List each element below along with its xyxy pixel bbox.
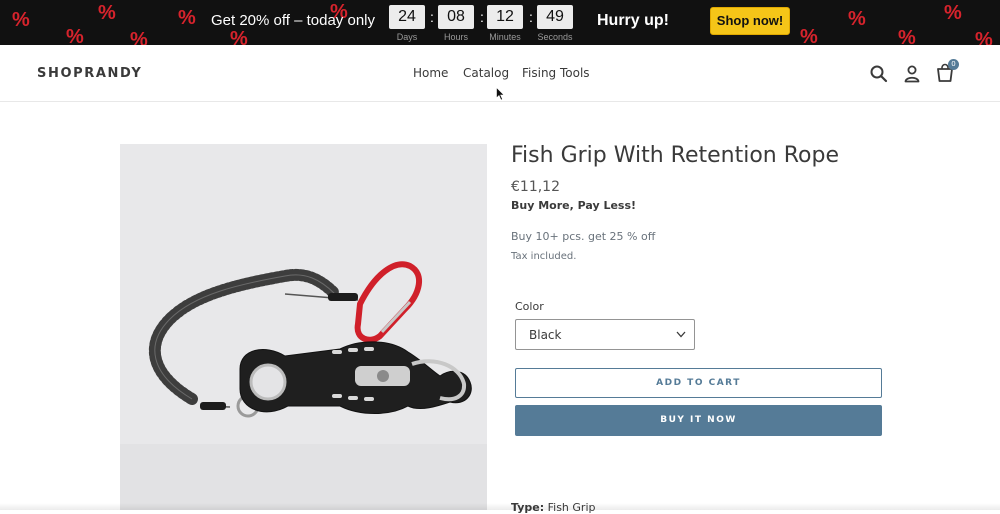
buy-it-now-button[interactable]: BUY IT NOW bbox=[515, 405, 882, 436]
mouse-cursor-icon bbox=[496, 87, 505, 101]
search-icon[interactable] bbox=[868, 63, 890, 85]
countdown-separator: : bbox=[480, 9, 484, 25]
countdown-days-label: Days bbox=[396, 32, 418, 42]
percent-symbol: % bbox=[230, 28, 248, 45]
countdown-minutes-label: Minutes bbox=[489, 32, 521, 42]
tax-note: Tax included. bbox=[511, 251, 577, 262]
product-title: Fish Grip With Retention Rope bbox=[511, 143, 840, 168]
countdown-seconds: 49 bbox=[537, 5, 573, 29]
color-label: Color bbox=[515, 300, 544, 313]
percent-symbol: % bbox=[800, 26, 818, 45]
add-to-cart-button[interactable]: ADD TO CART bbox=[515, 368, 882, 398]
color-select[interactable]: Black bbox=[515, 319, 695, 350]
promo-text: Get 20% off – today only bbox=[211, 12, 375, 29]
percent-symbol: % bbox=[848, 8, 866, 30]
percent-symbol: % bbox=[98, 2, 116, 24]
countdown-separator: : bbox=[529, 9, 533, 25]
percent-symbol: % bbox=[66, 26, 84, 45]
countdown-seconds-label: Seconds bbox=[537, 32, 573, 42]
hurry-text: Hurry up! bbox=[597, 12, 669, 29]
percent-symbol: % bbox=[975, 29, 993, 45]
percent-symbol: % bbox=[12, 9, 30, 31]
nav-catalog[interactable]: Catalog bbox=[463, 66, 509, 80]
countdown-minutes: 12 bbox=[487, 5, 523, 29]
percent-symbol: % bbox=[178, 7, 196, 29]
countdown-hours-label: Hours bbox=[443, 32, 468, 42]
percent-symbol: % bbox=[944, 2, 962, 24]
promo-bar: % % % % % % % % % % % % Get 20% off – to… bbox=[0, 0, 1000, 45]
chevron-down-icon bbox=[676, 331, 686, 338]
account-icon[interactable] bbox=[901, 63, 923, 85]
percent-symbol: % bbox=[898, 27, 916, 45]
store-logo[interactable]: SHOPRANDY bbox=[37, 66, 142, 81]
product-image[interactable] bbox=[120, 144, 487, 510]
bulk-offer: Buy 10+ pcs. get 25 % off bbox=[511, 230, 656, 243]
product-price: €11,12 bbox=[511, 179, 560, 195]
percent-symbol: % bbox=[130, 29, 148, 45]
countdown-hours: 08 bbox=[438, 5, 474, 29]
countdown-days: 24 bbox=[389, 5, 425, 29]
product-promo: Buy More, Pay Less! bbox=[511, 199, 637, 212]
nav-fishing-tools[interactable]: Fising Tools bbox=[522, 66, 590, 80]
cart-count-badge: 0 bbox=[948, 59, 959, 70]
shop-now-button[interactable]: Shop now! bbox=[710, 7, 790, 35]
bottom-shadow bbox=[0, 503, 1000, 510]
color-select-value: Black bbox=[529, 328, 562, 342]
fish-grip-image bbox=[148, 261, 472, 418]
countdown-separator: : bbox=[430, 9, 434, 25]
nav-home[interactable]: Home bbox=[413, 66, 448, 80]
